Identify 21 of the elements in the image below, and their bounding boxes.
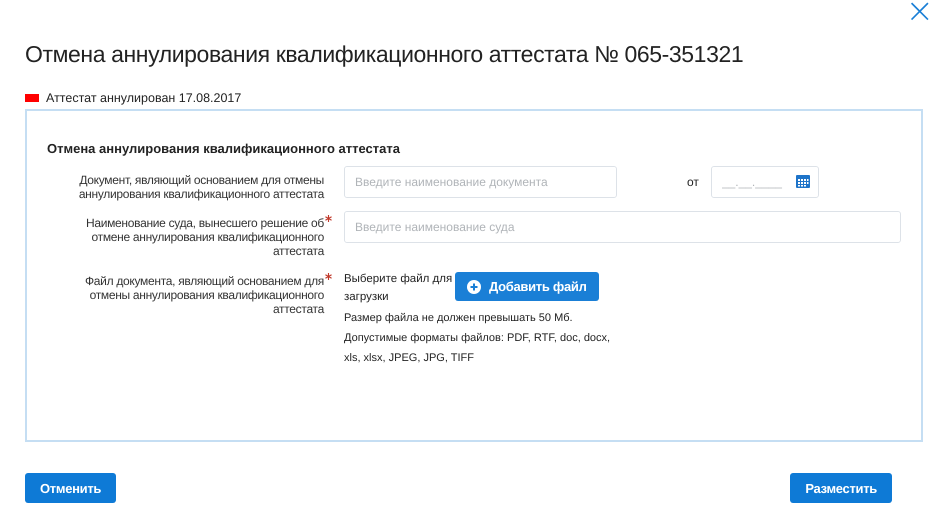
date-label: от (687, 175, 699, 189)
field-label: Файл документа, являющий основанием для отмены аннулирования квалификационного аттестата (84, 274, 324, 316)
field-label: Наименование суда, вынесшего решение об отмене аннулирования квалификационного аттестата (84, 216, 324, 258)
required-icon (325, 215, 332, 222)
plus-icon (467, 280, 481, 294)
dialog-title: Отмена аннулирования квалификационного аттестата № 065-351321 (25, 40, 744, 68)
date-field[interactable]: __.__.____ (710, 166, 819, 198)
field-label: Документ, являющий основанием для отмены аннулирования квалификационного аттестата (78, 173, 324, 201)
document-field[interactable]: Введите наименование документа (344, 166, 617, 198)
required-icon (325, 273, 332, 280)
add-file-button[interactable]: Добавить файл (455, 272, 599, 301)
file-prompt: Выберите файл для загрузки (344, 272, 454, 305)
court-field[interactable]: Введите наименование суда (344, 211, 901, 243)
calendar-icon[interactable] (796, 174, 810, 188)
close-button[interactable]: × (900, 0, 940, 28)
file-note: Размер файла не должен превышать 50 Мб. (344, 311, 574, 326)
submit-button[interactable]: Разместить (790, 473, 892, 503)
file-note: Допустимые форматы файлов: PDF, RTF, doc, docx, xls, xlsx, JPEG, JPG, TIFF (344, 331, 612, 366)
status-text: Аттестат аннулирован 17.08.2017 (46, 91, 242, 105)
cancel-button[interactable]: Отменить (25, 473, 116, 503)
section-heading: Отмена аннулирования квалификационного аттестата (47, 141, 401, 156)
